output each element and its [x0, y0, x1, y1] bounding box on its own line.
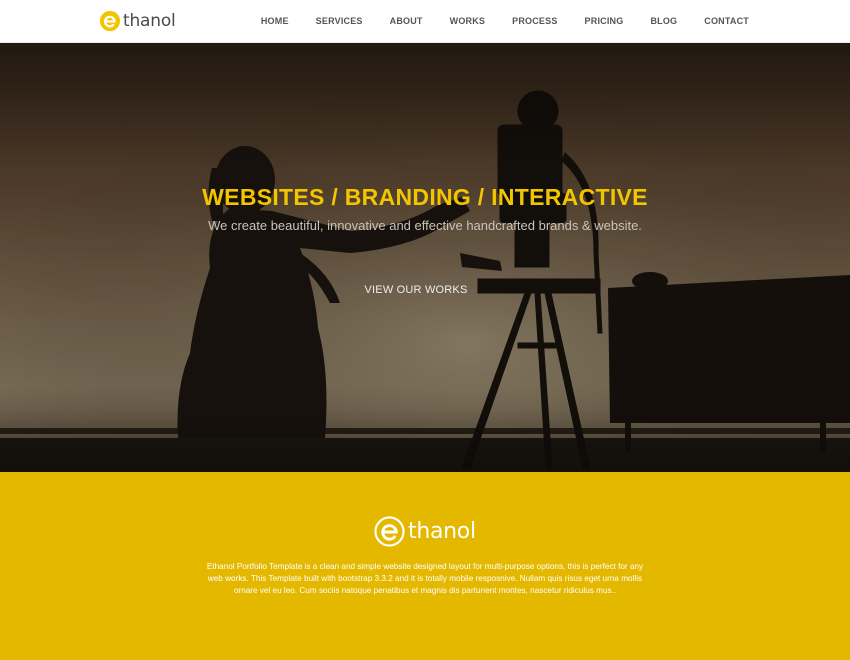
about-logo: thanol: [374, 514, 476, 548]
nav-about[interactable]: ABOUT: [363, 0, 423, 43]
about-section: thanol Ethanol Portfolio Template is a c…: [0, 472, 850, 660]
navbar: thanol HOME SERVICES ABOUT WORKS PROCESS…: [0, 0, 850, 43]
nav-works[interactable]: WORKS: [423, 0, 486, 43]
ethanol-e-logo-icon: [99, 10, 121, 32]
brand-logo[interactable]: thanol: [99, 9, 176, 33]
main-nav: HOME SERVICES ABOUT WORKS PROCESS PRICIN…: [261, 0, 749, 43]
about-description: Ethanol Portfolio Template is a clean an…: [206, 562, 644, 595]
hero-background-image: [0, 43, 850, 472]
ethanol-e-logo-icon: [374, 515, 405, 547]
nav-home[interactable]: HOME: [261, 0, 289, 43]
about-logo-text: thanol: [408, 518, 476, 544]
nav-blog[interactable]: BLOG: [623, 0, 677, 43]
hero-section: WEBSITES / BRANDING / INTERACTIVE We cre…: [0, 43, 850, 472]
brand-text: thanol: [123, 11, 176, 31]
hero-title: WEBSITES / BRANDING / INTERACTIVE: [202, 184, 648, 210]
hero-subtitle: We create beautiful, innovative and effe…: [208, 218, 642, 233]
view-our-works-button[interactable]: VIEW OUR WORKS: [355, 279, 477, 301]
nav-pricing[interactable]: PRICING: [558, 0, 624, 43]
nav-services[interactable]: SERVICES: [289, 0, 363, 43]
nav-contact[interactable]: CONTACT: [677, 0, 749, 43]
nav-process[interactable]: PROCESS: [485, 0, 557, 43]
